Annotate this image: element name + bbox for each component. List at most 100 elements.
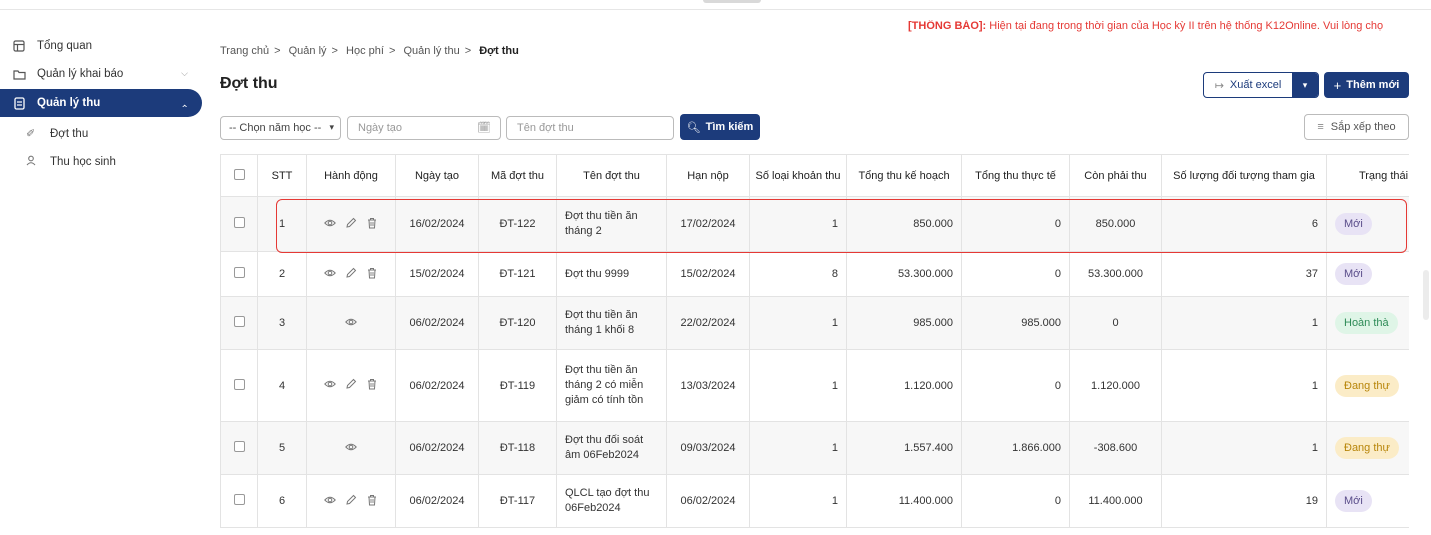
- breadcrumb: Trang chủ > Quản lý > Học phí > Quản lý thu…: [220, 45, 519, 57]
- delete-icon[interactable]: [366, 267, 378, 279]
- breadcrumb-revenue[interactable]: Quản lý thu: [403, 45, 459, 57]
- breadcrumb-current: Đợt thu: [479, 45, 519, 57]
- header-name: Tên đợt thu: [556, 154, 667, 197]
- cell-stt: 4: [257, 349, 307, 422]
- view-icon[interactable]: [345, 316, 357, 328]
- row-checkbox[interactable]: [233, 267, 245, 278]
- breadcrumb-manage[interactable]: Quản lý: [289, 45, 327, 57]
- status-badge: Mới: [1335, 263, 1372, 285]
- edit-icon[interactable]: [345, 267, 357, 279]
- created-date-placeholder: Ngày tạo: [358, 122, 403, 134]
- header-participants: Số lượng đối tượng tham gia: [1161, 154, 1327, 197]
- cell-actions: [306, 196, 396, 252]
- cell-types: 1: [749, 196, 847, 252]
- select-all-cell: [220, 154, 258, 197]
- table-row[interactable]: 4 06/02/2024 ĐT-119 Đợt thu tiền ăn tháng 2…: [220, 349, 1409, 422]
- cell-due-date: 22/02/2024: [666, 296, 750, 350]
- cell-types: 1: [749, 349, 847, 422]
- delete-icon[interactable]: [366, 494, 378, 506]
- breadcrumb-fee[interactable]: Học phí: [346, 45, 384, 57]
- status-badge: Đang thự: [1335, 437, 1399, 459]
- table-header-row: STT Hành động Ngày tạo Mã đợt thu Tên đợ…: [220, 154, 1409, 197]
- table-row[interactable]: 5 06/02/2024 ĐT-118 Đợt thu đối soát âm 06F…: [220, 421, 1409, 475]
- batch-name-placeholder: Tên đợt thu: [517, 122, 574, 134]
- sort-button[interactable]: ≡ Sắp xếp theo: [1304, 114, 1409, 140]
- header-actions: Hành động: [306, 154, 396, 197]
- cell-status: Hoàn thà: [1326, 296, 1409, 350]
- row-checkbox[interactable]: [233, 217, 245, 228]
- sidebar-subitem-label: Đợt thu: [50, 127, 89, 140]
- row-checkbox[interactable]: [233, 316, 245, 327]
- sidebar-subitem-dot-thu[interactable]: ✐ Đợt thu: [26, 127, 89, 141]
- cell-code: ĐT-122: [478, 196, 557, 252]
- school-year-select[interactable]: -- Chọn năm học -- ▾: [220, 116, 341, 140]
- sidebar-item-revenue[interactable]: Quản lý thu ‸: [0, 89, 202, 117]
- row-checkbox[interactable]: [233, 378, 245, 390]
- table-row[interactable]: 6 06/02/2024 ĐT-117 QLCL tạo đợt thu 06Feb2…: [220, 474, 1409, 528]
- export-label: Xuất excel: [1229, 79, 1282, 91]
- system-notice: [THÔNG BÁO]: Hiện tại đang trong thời gi…: [908, 20, 1431, 32]
- cell-code: ĐT-119: [478, 349, 557, 422]
- search-button[interactable]: 🔍︎ Tìm kiếm: [680, 114, 760, 140]
- cell-stt: 6: [257, 474, 307, 528]
- cell-code: ĐT-121: [478, 251, 557, 297]
- sidebar-item-overview[interactable]: Tổng quan: [0, 32, 202, 60]
- cell-code: ĐT-117: [478, 474, 557, 528]
- cell-participants: 1: [1161, 349, 1327, 422]
- edit-icon[interactable]: [345, 378, 357, 390]
- view-icon[interactable]: [324, 217, 336, 229]
- school-year-value: -- Chọn năm học --: [229, 122, 322, 134]
- cell-created-date: 16/02/2024: [395, 196, 479, 252]
- header-stt: STT: [257, 154, 307, 197]
- select-all-checkbox[interactable]: [233, 168, 245, 180]
- header-actual-total: Tổng thu thực tế: [961, 154, 1070, 197]
- cell-stt: 3: [257, 296, 307, 350]
- status-badge: Mới: [1335, 490, 1372, 512]
- delete-icon[interactable]: [366, 217, 378, 229]
- page-title: Đợt thu: [220, 75, 278, 92]
- chevron-up-icon[interactable]: ‸: [181, 97, 188, 108]
- sidebar-subitem-thu-hoc-sinh[interactable]: Thu học sinh: [26, 155, 116, 169]
- edit-icon[interactable]: [345, 217, 357, 229]
- cell-actions: [306, 296, 396, 350]
- cell-name: Đợt thu tiền ăn tháng 2 có miễn giảm có …: [556, 349, 667, 422]
- view-icon[interactable]: [345, 441, 357, 453]
- cell-status: Đang thự: [1326, 421, 1409, 475]
- table-row[interactable]: 1 16/02/2024 ĐT-122 Đợt thu tiền ăn tháng 2…: [220, 196, 1409, 252]
- breadcrumb-home[interactable]: Trang chủ: [220, 45, 269, 57]
- delete-icon[interactable]: [366, 378, 378, 390]
- view-icon[interactable]: [324, 494, 336, 506]
- table-row[interactable]: 3 06/02/2024 ĐT-120 Đợt thu tiền ăn tháng 1…: [220, 296, 1409, 350]
- batch-table: STT Hành động Ngày tạo Mã đợt thu Tên đợ…: [220, 154, 1409, 535]
- add-new-button[interactable]: + Thêm mới: [1324, 72, 1409, 98]
- chevron-down-icon[interactable]: ⌵: [181, 68, 188, 79]
- add-label: Thêm mới: [1346, 79, 1400, 91]
- cell-created-date: 06/02/2024: [395, 421, 479, 475]
- cell-name: Đợt thu tiền ăn tháng 2: [556, 196, 667, 252]
- view-icon[interactable]: [324, 267, 336, 279]
- sidebar-item-declaration[interactable]: Quản lý khai báo ⌵: [0, 60, 202, 88]
- table-row[interactable]: 2 15/02/2024 ĐT-121 Đợt thu 9999 15/02/2024 8…: [220, 251, 1409, 297]
- row-checkbox[interactable]: [233, 441, 245, 452]
- export-icon: ↦: [1214, 79, 1224, 92]
- cell-name: Đợt thu 9999: [556, 251, 667, 297]
- header-code: Mã đợt thu: [478, 154, 557, 197]
- cell-actions: [306, 251, 396, 297]
- cell-actual-total: 0: [961, 251, 1070, 297]
- cell-code: ĐT-118: [478, 421, 557, 475]
- edit-icon[interactable]: [345, 494, 357, 506]
- vertical-scrollbar[interactable]: [1423, 270, 1429, 320]
- export-dropdown-toggle[interactable]: ▾: [1292, 73, 1318, 97]
- document-icon: [12, 96, 26, 110]
- cell-types: 1: [749, 421, 847, 475]
- view-icon[interactable]: [324, 378, 336, 390]
- cell-name: Đợt thu đối soát âm 06Feb2024: [556, 421, 667, 475]
- created-date-input[interactable]: Ngày tạo 🗓︎: [347, 116, 501, 140]
- row-checkbox[interactable]: [233, 494, 245, 505]
- user-icon: [26, 155, 38, 169]
- cell-stt: 2: [257, 251, 307, 297]
- batch-name-input[interactable]: Tên đợt thu: [506, 116, 674, 140]
- export-excel-button[interactable]: ↦ Xuất excel ▾: [1203, 72, 1319, 98]
- cell-status: Mới: [1326, 474, 1409, 528]
- top-bar: [0, 0, 1431, 10]
